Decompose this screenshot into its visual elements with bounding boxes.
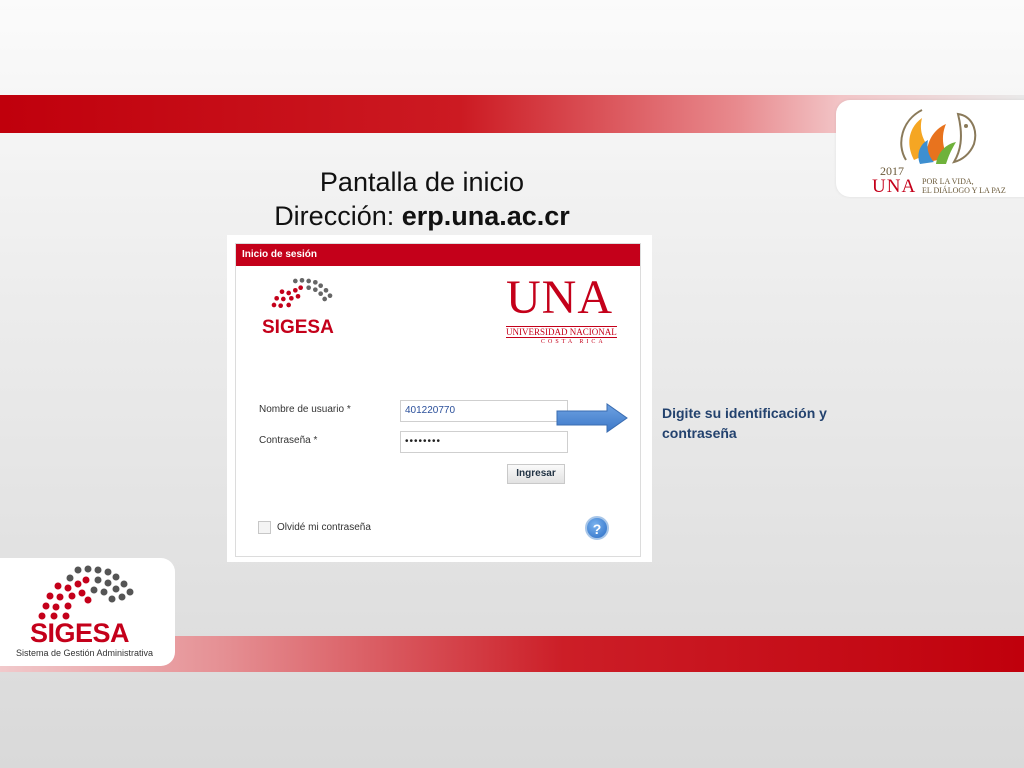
- login-una-line-1: UNIVERSIDAD NACIONAL: [506, 326, 617, 338]
- forgot-password-label[interactable]: Olvidé mi contraseña: [277, 522, 371, 533]
- sigesa-logo-card: SIGESA Sistema de Gestión Administrativa: [0, 558, 175, 666]
- una-2017-logo-card: 2017 UNA POR LA VIDA, EL DIÁLOGO Y LA PA…: [836, 100, 1024, 197]
- login-header: Inicio de sesión: [236, 244, 640, 266]
- sigesa-subtitle: Sistema de Gestión Administrativa: [16, 648, 154, 658]
- title-line-2: Dirección: erp.una.ac.cr: [222, 199, 622, 233]
- sigesa-dots-logo: [38, 565, 134, 620]
- password-input[interactable]: ••••••••: [400, 431, 568, 453]
- login-panel: Inicio de sesión SIGESA UNA UNIVERSIDAD …: [235, 243, 641, 557]
- slide-title: Pantalla de inicio Dirección: erp.una.ac…: [222, 165, 622, 233]
- login-una-wordmark: UNA: [506, 271, 613, 324]
- forgot-password-checkbox[interactable]: [258, 521, 271, 534]
- username-input[interactable]: 401220770: [400, 400, 568, 422]
- arrow-right-icon: [556, 403, 628, 433]
- title-address-prefix: Dirección:: [274, 201, 402, 231]
- logo-una-wordmark: UNA: [872, 176, 917, 197]
- instruction-note: Digite su identificación y contraseña: [662, 405, 827, 441]
- title-address-url: erp.una.ac.cr: [401, 201, 570, 231]
- login-sigesa-wordmark: SIGESA: [262, 317, 334, 338]
- title-line-1: Pantalla de inicio: [319, 167, 525, 197]
- help-icon[interactable]: ?: [585, 516, 609, 540]
- ingresar-button[interactable]: Ingresar: [507, 464, 565, 484]
- logo-tagline-2: EL DIÁLOGO Y LA PAZ: [922, 186, 1006, 195]
- logo-tagline-1: POR LA VIDA,: [922, 177, 974, 186]
- password-label: Contraseña *: [259, 435, 318, 446]
- login-una-line-2: COSTA RICA: [541, 339, 606, 345]
- login-screenshot: Inicio de sesión SIGESA UNA UNIVERSIDAD …: [227, 235, 652, 562]
- sigesa-dots-logo: [271, 278, 333, 308]
- username-label: Nombre de usuario *: [259, 404, 351, 415]
- sigesa-wordmark: SIGESA: [30, 618, 130, 648]
